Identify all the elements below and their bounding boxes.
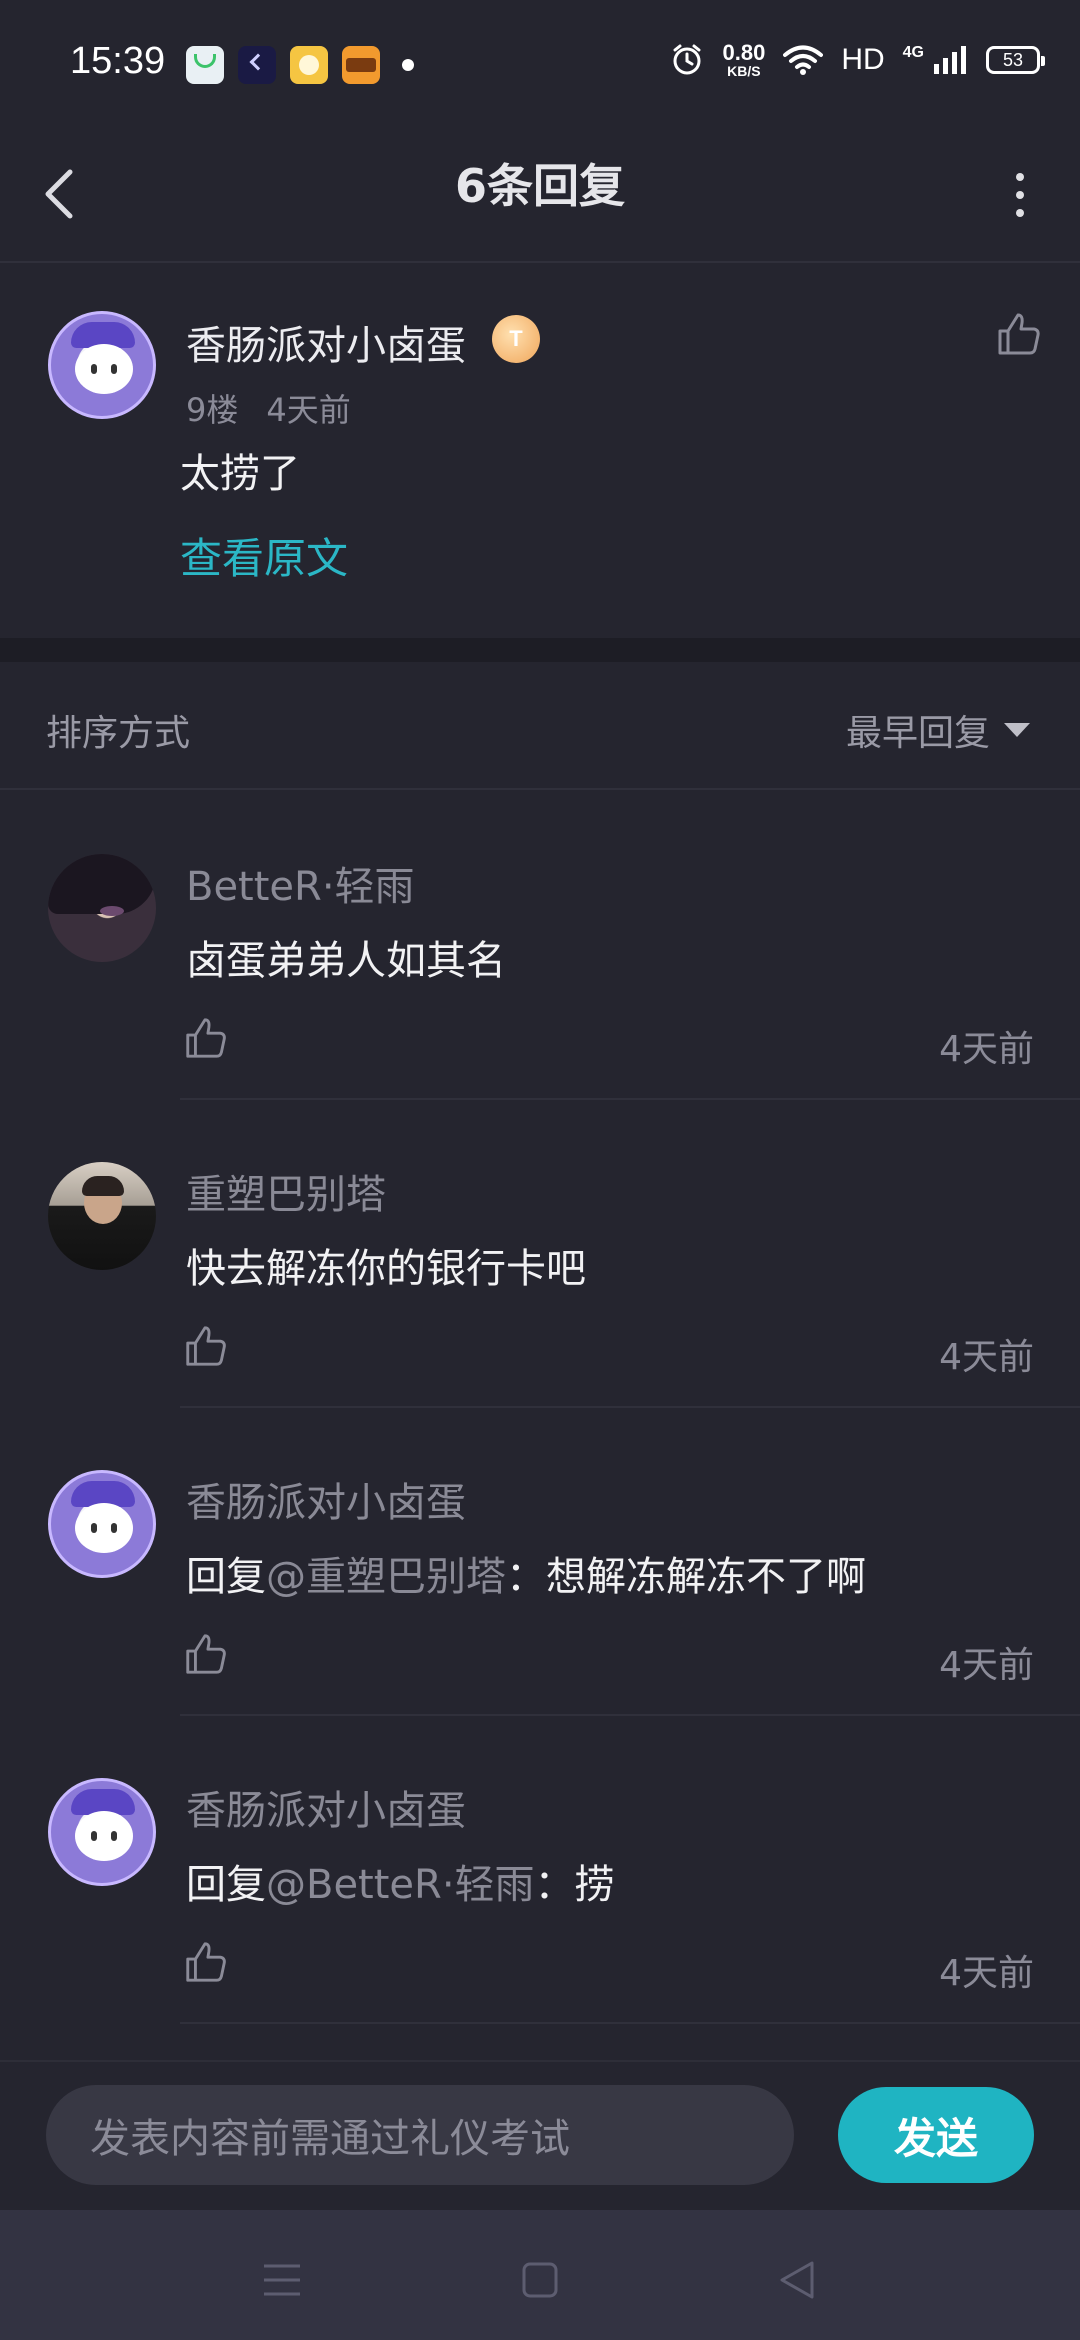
avatar[interactable] bbox=[48, 854, 156, 962]
reply-text: 卤蛋弟弟人如其名 bbox=[186, 938, 506, 984]
signal-icon bbox=[934, 46, 966, 74]
send-button[interactable]: 发送 bbox=[838, 2087, 1034, 2183]
section-divider bbox=[0, 638, 1080, 662]
status-bar: 15:39 0.80 KB/S HD 4G 53 bbox=[0, 0, 1080, 130]
battery-level: 53 bbox=[1002, 49, 1024, 70]
top-app-bar: 6条回复 bbox=[0, 130, 1080, 263]
more-options-button[interactable] bbox=[990, 160, 1050, 230]
reply-content: 快去解冻你的银行卡吧 bbox=[186, 1236, 586, 1294]
menu-icon bbox=[264, 2264, 300, 2296]
thumbs-up-icon bbox=[186, 1326, 226, 1366]
view-original-link[interactable]: 查看原文 bbox=[180, 525, 348, 586]
reply-time: 4天前 bbox=[939, 1645, 1034, 1686]
reply-item: 重塑巴别塔 快去解冻你的银行卡吧 4天前 bbox=[0, 1100, 1080, 1408]
like-button[interactable] bbox=[182, 1938, 230, 1986]
divider bbox=[180, 2022, 1080, 2024]
back-nav-button[interactable] bbox=[766, 2250, 826, 2310]
sort-dropdown[interactable]: 最早回复 bbox=[846, 704, 1030, 756]
reply-text: ：捞 bbox=[534, 1862, 615, 1908]
caret-down-icon bbox=[1004, 723, 1030, 737]
menu-button[interactable] bbox=[252, 2250, 312, 2310]
sort-bar: 排序方式 最早回复 bbox=[0, 662, 1080, 790]
app-notification-icon-4 bbox=[342, 46, 380, 84]
avatar[interactable] bbox=[48, 1470, 156, 1578]
avatar[interactable] bbox=[48, 311, 156, 419]
reply-content: 回复@重塑巴别塔：想解冻解冻不了啊 bbox=[186, 1544, 866, 1602]
battery-icon: 53 bbox=[986, 46, 1045, 74]
like-button[interactable] bbox=[182, 1322, 230, 1370]
network-speed: 0.80 KB/S bbox=[722, 40, 766, 79]
avatar[interactable] bbox=[48, 1778, 156, 1886]
notification-icons bbox=[186, 46, 414, 84]
reply-item: BetteR·轻雨 卤蛋弟弟人如其名 4天前 bbox=[0, 792, 1080, 1100]
comment-meta: 9楼 4天前 bbox=[186, 385, 379, 431]
network-type: 4G bbox=[902, 44, 924, 61]
reply-prefix: 回复 bbox=[186, 1862, 266, 1908]
reply-time: 4天前 bbox=[939, 1029, 1034, 1070]
reply-author[interactable]: 香肠派对小卤蛋 bbox=[186, 1778, 466, 1836]
hd-indicator: HD bbox=[841, 43, 885, 76]
page-title: 6条回复 bbox=[454, 159, 625, 213]
thumbs-up-icon bbox=[186, 1018, 226, 1058]
sort-label: 排序方式 bbox=[46, 713, 191, 754]
reply-time: 4天前 bbox=[939, 1337, 1034, 1378]
status-indicators: 0.80 KB/S HD 4G 53 bbox=[670, 40, 1045, 79]
author-name[interactable]: 香肠派对小卤蛋 bbox=[186, 313, 466, 371]
more-dot bbox=[1016, 173, 1024, 181]
sort-selected: 最早回复 bbox=[845, 713, 990, 754]
app-notification-icon-1 bbox=[186, 46, 224, 84]
like-button[interactable] bbox=[994, 309, 1044, 359]
status-time: 15:39 bbox=[70, 40, 166, 82]
network-speed-value: 0.80 bbox=[722, 40, 766, 65]
more-dot bbox=[1016, 191, 1024, 199]
post-time: 4天前 bbox=[266, 391, 351, 429]
reply-prefix: 回复 bbox=[186, 1554, 266, 1600]
app-notification-icon-3 bbox=[290, 46, 328, 84]
level-badge: T bbox=[492, 315, 540, 363]
home-button[interactable] bbox=[510, 2250, 570, 2310]
original-comment: 香肠派对小卤蛋 T 9楼 4天前 太捞了 查看原文 bbox=[0, 263, 1080, 638]
reply-mention[interactable]: @重塑巴别塔 bbox=[266, 1554, 506, 1600]
reply-mention[interactable]: @BetteR·轻雨 bbox=[266, 1862, 535, 1908]
comment-input[interactable]: 发表内容前需通过礼仪考试 bbox=[46, 2085, 794, 2185]
reply-item: 香肠派对小卤蛋 回复@重塑巴别塔：想解冻解冻不了啊 4天前 bbox=[0, 1408, 1080, 1716]
square-icon bbox=[522, 2262, 558, 2298]
thumbs-up-icon bbox=[186, 1942, 226, 1982]
triangle-back-icon bbox=[780, 2261, 814, 2299]
network-speed-unit: KB/S bbox=[727, 63, 761, 79]
reply-author[interactable]: 重塑巴别塔 bbox=[186, 1162, 386, 1220]
thumbs-up-icon bbox=[186, 1634, 226, 1674]
reply-content: 回复@BetteR·轻雨：捞 bbox=[186, 1852, 615, 1910]
reply-text: ：想解冻解冻不了啊 bbox=[506, 1554, 866, 1600]
like-button[interactable] bbox=[182, 1014, 230, 1062]
more-dot bbox=[1016, 209, 1024, 217]
alarm-icon bbox=[673, 44, 701, 75]
more-notifications-dot bbox=[402, 59, 414, 71]
reply-author[interactable]: BetteR·轻雨 bbox=[186, 854, 415, 912]
reply-time: 4天前 bbox=[939, 1953, 1034, 1994]
comment-content: 太捞了 bbox=[180, 451, 300, 497]
reply-author[interactable]: 香肠派对小卤蛋 bbox=[186, 1470, 466, 1528]
reply-content: 卤蛋弟弟人如其名 bbox=[186, 928, 506, 986]
like-button[interactable] bbox=[182, 1630, 230, 1678]
floor-number: 9楼 bbox=[186, 391, 239, 429]
thumbs-up-icon bbox=[998, 313, 1040, 355]
reply-text: 快去解冻你的银行卡吧 bbox=[186, 1246, 586, 1292]
avatar[interactable] bbox=[48, 1162, 156, 1270]
system-navigation-bar bbox=[0, 2210, 1080, 2340]
app-notification-icon-2 bbox=[238, 46, 276, 84]
reply-item: 香肠派对小卤蛋 回复@BetteR·轻雨：捞 4天前 bbox=[0, 1716, 1080, 2024]
reply-composer: 发表内容前需通过礼仪考试 发送 bbox=[0, 2060, 1080, 2210]
wifi-icon bbox=[783, 45, 824, 75]
